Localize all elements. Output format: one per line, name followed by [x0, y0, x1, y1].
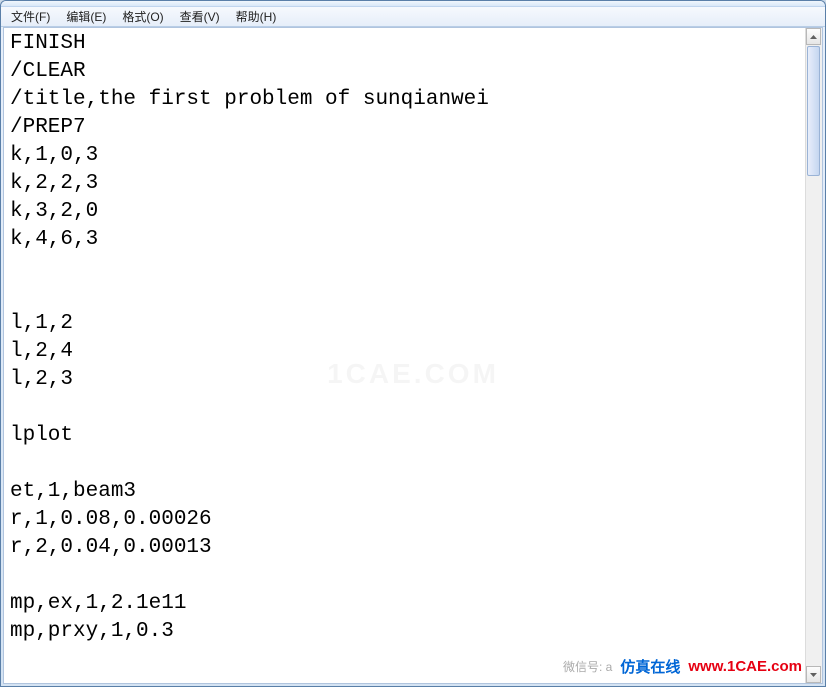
app-window: 文件(F) 编辑(E) 格式(O) 查看(V) 帮助(H) FINISH /CL… — [0, 0, 826, 687]
menubar: 文件(F) 编辑(E) 格式(O) 查看(V) 帮助(H) — [1, 7, 825, 27]
menu-format[interactable]: 格式(O) — [114, 6, 171, 27]
menu-view[interactable]: 查看(V) — [172, 6, 228, 27]
menu-edit[interactable]: 编辑(E) — [58, 6, 114, 27]
menu-help[interactable]: 帮助(H) — [228, 6, 285, 27]
scroll-up-arrow[interactable] — [806, 28, 821, 45]
vertical-scrollbar[interactable] — [805, 28, 822, 683]
scroll-down-arrow[interactable] — [806, 666, 821, 683]
scroll-thumb[interactable] — [807, 46, 820, 176]
chevron-up-icon — [810, 35, 817, 39]
text-editor[interactable]: FINISH /CLEAR /title,the first problem o… — [4, 28, 805, 683]
menu-file[interactable]: 文件(F) — [3, 6, 58, 27]
chevron-down-icon — [810, 673, 817, 677]
content-area: FINISH /CLEAR /title,the first problem o… — [3, 27, 823, 684]
